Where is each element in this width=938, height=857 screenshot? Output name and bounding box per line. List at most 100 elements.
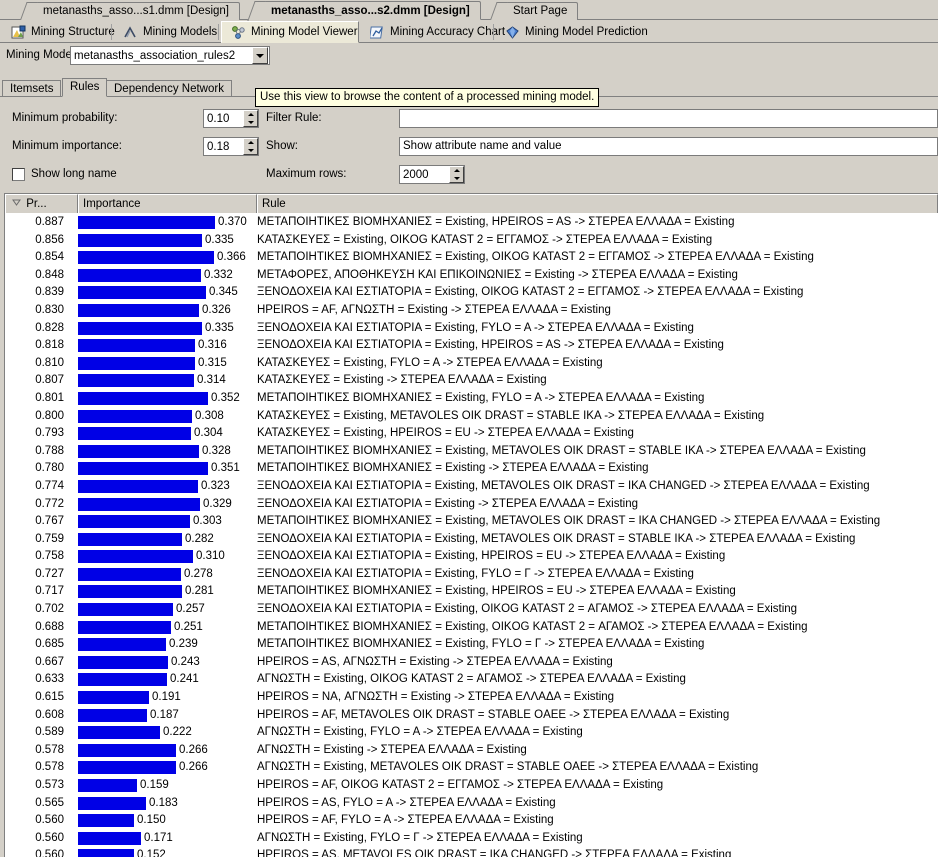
show-combo[interactable]: Show attribute name and value (399, 137, 938, 156)
cell-importance: 0.278 (78, 566, 253, 584)
table-row[interactable]: 0.801 0.352 ΜΕΤΑΠΟΙΗΤΙΚΕΣ ΒΙΟΜΗΧΑΝΙΕΣ = Ex… (0, 390, 938, 408)
importance-bar (78, 743, 176, 757)
table-row[interactable]: 0.759 0.282 ΞΕΝΟΔΟΧΕΙΑ ΚΑΙ ΕΣΤΙΑΤΟΡΙΑ = Ex… (0, 531, 938, 549)
grid-body[interactable]: 0.887 0.370 ΜΕΤΑΠΟΙΗΤΙΚΕΣ ΒΙΟΜΗΧΑΝΙΕΣ = Ex… (0, 214, 938, 857)
importance-bar (78, 814, 134, 828)
table-row[interactable]: 0.848 0.332 ΜΕΤΑΦΟΡΕΣ, ΑΠΟΘΗΚΕΥΣΗ ΚΑΙ ΕΠΙΚ… (0, 267, 938, 285)
spinner-down-icon[interactable] (244, 119, 257, 127)
table-row[interactable]: 0.788 0.328 ΜΕΤΑΠΟΙΗΤΙΚΕΣ ΒΙΟΜΗΧΑΝΙΕΣ = Ex… (0, 443, 938, 461)
table-row[interactable]: 0.578 0.266 ΑΓΝΩΣΤΗ = Existing, METAVOLES … (0, 759, 938, 777)
importance-bar (78, 673, 167, 687)
importance-bar (78, 268, 201, 282)
table-row[interactable]: 0.560 0.171 ΑΓΝΩΣΤΗ = Existing, FYLO = Γ -… (0, 830, 938, 848)
spinner-buttons[interactable] (449, 166, 464, 183)
show-long-name-checkbox[interactable] (12, 168, 25, 181)
table-row[interactable]: 0.818 0.316 ΞΕΝΟΔΟΧΕΙΑ ΚΑΙ ΕΣΤΙΑΤΟΡΙΑ = Ex… (0, 337, 938, 355)
table-row[interactable]: 0.774 0.323 ΞΕΝΟΔΟΧΕΙΑ ΚΑΙ ΕΣΤΙΑΤΟΡΙΑ = Ex… (0, 478, 938, 496)
table-row[interactable]: 0.767 0.303 ΜΕΤΑΠΟΙΗΤΙΚΕΣ ΒΙΟΜΗΧΑΝΙΕΣ = Ex… (0, 513, 938, 531)
cell-importance: 0.310 (78, 548, 253, 566)
table-row[interactable]: 0.573 0.159 HPEIROS = AF, OIKOG KATAST 2 =… (0, 777, 938, 795)
column-header-rule[interactable]: Rule (257, 194, 938, 213)
tab-mining-model-prediction[interactable]: Mining Model Prediction (496, 21, 648, 43)
document-tab-3[interactable]: Start Page (500, 2, 579, 20)
document-tab-label: metanasths_asso...s2.dmm [Design] (271, 5, 470, 17)
tab-itemsets[interactable]: Itemsets (2, 80, 62, 97)
document-tab-2-active[interactable]: metanasths_asso...s2.dmm [Design] (258, 1, 481, 20)
cell-rule: ΚΑΤΑΣΚΕΥΕΣ = Existing, FYLO = A -> ΣΤΕΡΕ… (257, 356, 603, 369)
table-row[interactable]: 0.887 0.370 ΜΕΤΑΠΟΙΗΤΙΚΕΣ ΒΙΟΜΗΧΑΝΙΕΣ = Ex… (0, 214, 938, 232)
table-row[interactable]: 0.615 0.191 HPEIROS = NA, ΑΓΝΩΣΤΗ = Existi… (0, 689, 938, 707)
cell-importance: 0.304 (78, 425, 253, 443)
table-row[interactable]: 0.565 0.183 HPEIROS = AS, FYLO = A -> ΣΤΕΡ… (0, 795, 938, 813)
table-row[interactable]: 0.685 0.239 ΜΕΤΑΠΟΙΗΤΙΚΕΣ ΒΙΟΜΗΧΑΝΙΕΣ = Ex… (0, 636, 938, 654)
minimum-probability-spinner[interactable]: 0.10 (203, 109, 259, 128)
importance-bar (78, 638, 166, 652)
table-row[interactable]: 0.727 0.278 ΞΕΝΟΔΟΧΕΙΑ ΚΑΙ ΕΣΤΙΑΤΟΡΙΑ = Ex… (0, 566, 938, 584)
cell-rule: HPEIROS = AF, ΑΓΝΩΣΤΗ = Existing -> ΣΤΕΡ… (257, 303, 611, 316)
column-header-probability[interactable]: Pr... (5, 194, 78, 213)
importance-value: 0.351 (211, 462, 240, 475)
tab-mining-structure[interactable]: Mining Structure (2, 21, 115, 43)
viewer-tab-label: Itemsets (10, 83, 54, 95)
spinner-up-icon[interactable] (244, 111, 257, 119)
importance-value: 0.328 (202, 444, 231, 457)
mining-model-prediction-icon (505, 25, 520, 40)
table-row[interactable]: 0.560 0.152 HPEIROS = AS, METAVOLES OIK DR… (0, 847, 938, 857)
tab-mining-accuracy-chart[interactable]: Mining Accuracy Chart (361, 21, 505, 43)
table-row[interactable]: 0.589 0.222 ΑΓΝΩΣΤΗ = Existing, FYLO = A -… (0, 724, 938, 742)
importance-value: 0.303 (193, 515, 222, 528)
table-row[interactable]: 0.702 0.257 ΞΕΝΟΔΟΧΕΙΑ ΚΑΙ ΕΣΤΙΑΤΟΡΙΑ = Ex… (0, 601, 938, 619)
table-row[interactable]: 0.807 0.314 ΚΑΤΑΣΚΕΥΕΣ = Existing -> ΣΤΕΡΕ… (0, 372, 938, 390)
cell-probability: 0.565 (35, 796, 64, 809)
importance-value: 0.152 (137, 849, 166, 857)
importance-value: 0.335 (205, 321, 234, 334)
tab-mining-model-viewer[interactable]: Mining Model Viewer (221, 21, 359, 43)
importance-bar (78, 726, 160, 740)
table-row[interactable]: 0.810 0.315 ΚΑΤΑΣΚΕΥΕΣ = Existing, FYLO = … (0, 355, 938, 373)
cell-importance: 0.335 (78, 320, 253, 338)
spinner-down-icon[interactable] (244, 147, 257, 155)
minimum-probability-label: Minimum probability: (12, 112, 118, 124)
maximum-rows-spinner[interactable]: 2000 (399, 165, 465, 184)
cell-importance: 0.187 (78, 707, 253, 725)
cell-rule: ΜΕΤΑΠΟΙΗΤΙΚΕΣ ΒΙΟΜΗΧΑΝΙΕΣ = Existing, ME… (257, 444, 866, 457)
document-tab-1[interactable]: metanasths_asso...s1.dmm [Design] (30, 2, 240, 20)
table-row[interactable]: 0.667 0.243 HPEIROS = AS, ΑΓΝΩΣΤΗ = Existi… (0, 654, 938, 672)
table-row[interactable]: 0.772 0.329 ΞΕΝΟΔΟΧΕΙΑ ΚΑΙ ΕΣΤΙΑΤΟΡΙΑ = Ex… (0, 496, 938, 514)
importance-value: 0.257 (176, 603, 205, 616)
spinner-down-icon[interactable] (450, 175, 463, 183)
importance-bar (78, 321, 202, 335)
table-row[interactable]: 0.780 0.351 ΜΕΤΑΠΟΙΗΤΙΚΕΣ ΒΙΟΜΗΧΑΝΙΕΣ = Ex… (0, 460, 938, 478)
table-row[interactable]: 0.717 0.281 ΜΕΤΑΠΟΙΗΤΙΚΕΣ ΒΙΟΜΗΧΑΝΙΕΣ = Ex… (0, 583, 938, 601)
chevron-down-icon[interactable] (252, 47, 268, 64)
table-row[interactable]: 0.793 0.304 ΚΑΤΑΣΚΕΥΕΣ = Existing, HPEIROS… (0, 425, 938, 443)
table-row[interactable]: 0.828 0.335 ΞΕΝΟΔΟΧΕΙΑ ΚΑΙ ΕΣΤΙΑΤΟΡΙΑ = Ex… (0, 320, 938, 338)
mining-model-combo[interactable]: metanasths_association_rules2 (70, 46, 270, 65)
column-header-importance[interactable]: Importance (78, 194, 257, 213)
table-row[interactable]: 0.856 0.335 ΚΑΤΑΣΚΕΥΕΣ = Existing, OIKOG K… (0, 232, 938, 250)
cell-probability: 0.848 (35, 268, 64, 281)
filter-rule-input[interactable] (399, 109, 938, 128)
table-row[interactable]: 0.578 0.266 ΑΓΝΩΣΤΗ = Existing -> ΣΤΕΡΕΑ Ε… (0, 742, 938, 760)
table-row[interactable]: 0.758 0.310 ΞΕΝΟΔΟΧΕΙΑ ΚΑΙ ΕΣΤΙΑΤΟΡΙΑ = Ex… (0, 548, 938, 566)
table-row[interactable]: 0.688 0.251 ΜΕΤΑΠΟΙΗΤΙΚΕΣ ΒΙΟΜΗΧΑΝΙΕΣ = Ex… (0, 619, 938, 637)
spinner-buttons[interactable] (243, 138, 258, 155)
minimum-importance-spinner[interactable]: 0.18 (203, 137, 259, 156)
cell-probability: 0.589 (35, 726, 64, 739)
tab-mining-models[interactable]: Mining Models (114, 21, 219, 43)
cell-rule: ΞΕΝΟΔΟΧΕΙΑ ΚΑΙ ΕΣΤΙΑΤΟΡΙΑ = Existing, FY… (257, 567, 694, 580)
table-row[interactable]: 0.608 0.187 HPEIROS = AF, METAVOLES OIK DR… (0, 707, 938, 725)
spinner-buttons[interactable] (243, 110, 258, 127)
table-row[interactable]: 0.830 0.326 HPEIROS = AF, ΑΓΝΩΣΤΗ = Existi… (0, 302, 938, 320)
table-row[interactable]: 0.854 0.366 ΜΕΤΑΠΟΙΗΤΙΚΕΣ ΒΙΟΜΗΧΑΝΙΕΣ = Ex… (0, 249, 938, 267)
table-row[interactable]: 0.800 0.308 ΚΑΤΑΣΚΕΥΕΣ = Existing, METAVOL… (0, 408, 938, 426)
cell-probability: 0.578 (35, 743, 64, 756)
tab-rules[interactable]: Rules (62, 78, 108, 97)
cell-probability: 0.780 (35, 462, 64, 475)
spinner-up-icon[interactable] (244, 139, 257, 147)
table-row[interactable]: 0.560 0.150 HPEIROS = AF, FYLO = A -> ΣΤΕΡ… (0, 812, 938, 830)
table-row[interactable]: 0.839 0.345 ΞΕΝΟΔΟΧΕΙΑ ΚΑΙ ΕΣΤΙΑΤΟΡΙΑ = Ex… (0, 284, 938, 302)
table-row[interactable]: 0.633 0.241 ΑΓΝΩΣΤΗ = Existing, OIKOG KATA… (0, 671, 938, 689)
tab-dependency-network[interactable]: Dependency Network (106, 80, 232, 97)
spinner-up-icon[interactable] (450, 167, 463, 175)
